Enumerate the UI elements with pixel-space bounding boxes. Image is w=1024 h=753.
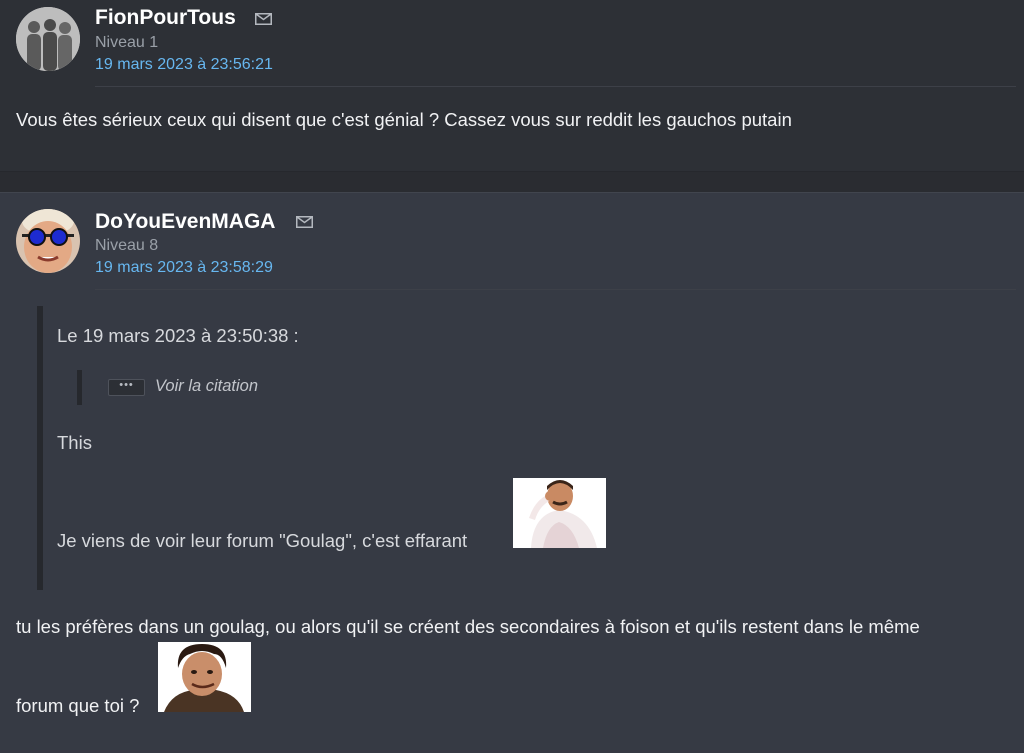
user-level: Niveau 1 bbox=[95, 34, 159, 51]
user-level: Niveau 8 bbox=[95, 237, 159, 254]
nested-quote-bar bbox=[77, 370, 82, 405]
reply-line: forum que toi ? bbox=[16, 695, 140, 716]
envelope-icon[interactable] bbox=[296, 216, 313, 228]
avatar[interactable] bbox=[16, 209, 80, 273]
post-date-link[interactable]: 19 mars 2023 à 23:58:29 bbox=[95, 259, 273, 277]
quote-line: Je viens de voir leur forum "Goulag", c'… bbox=[57, 530, 468, 551]
face-with-blue-glasses-avatar-icon bbox=[16, 209, 80, 273]
ellipsis-icon[interactable]: ••• bbox=[108, 379, 145, 396]
quote-line: This bbox=[57, 432, 92, 453]
username[interactable]: DoYouEvenMAGA bbox=[95, 210, 275, 234]
post-doyouevenmaga: DoYouEvenMAGA Niveau 8 19 mars 2023 à 23… bbox=[0, 192, 1024, 753]
post-fionpourtous: FionPourTous Niveau 1 19 mars 2023 à 23:… bbox=[0, 0, 1024, 172]
quote-bar bbox=[37, 306, 43, 590]
envelope-icon[interactable] bbox=[255, 13, 272, 25]
post-message: Vous êtes sérieux ceux qui disent que c'… bbox=[16, 109, 792, 130]
username[interactable]: FionPourTous bbox=[95, 6, 236, 30]
post-date-link[interactable]: 19 mars 2023 à 23:56:21 bbox=[95, 56, 273, 74]
smirking-man-sticker-icon bbox=[158, 642, 251, 712]
divider bbox=[95, 289, 1016, 290]
smiling-man-sticker bbox=[158, 642, 251, 712]
show-quote-link[interactable]: Voir la citation bbox=[155, 377, 258, 396]
reply-line: tu les préfères dans un goulag, ou alors… bbox=[16, 616, 920, 637]
silhouette-group-avatar-icon bbox=[16, 7, 80, 71]
quote-header: Le 19 mars 2023 à 23:50:38 : bbox=[57, 325, 299, 346]
post-separator bbox=[0, 172, 1024, 192]
avatar[interactable] bbox=[16, 7, 80, 71]
crying-laughing-sticker bbox=[513, 478, 606, 548]
laughing-man-sticker-icon bbox=[513, 478, 606, 548]
divider bbox=[95, 86, 1016, 87]
